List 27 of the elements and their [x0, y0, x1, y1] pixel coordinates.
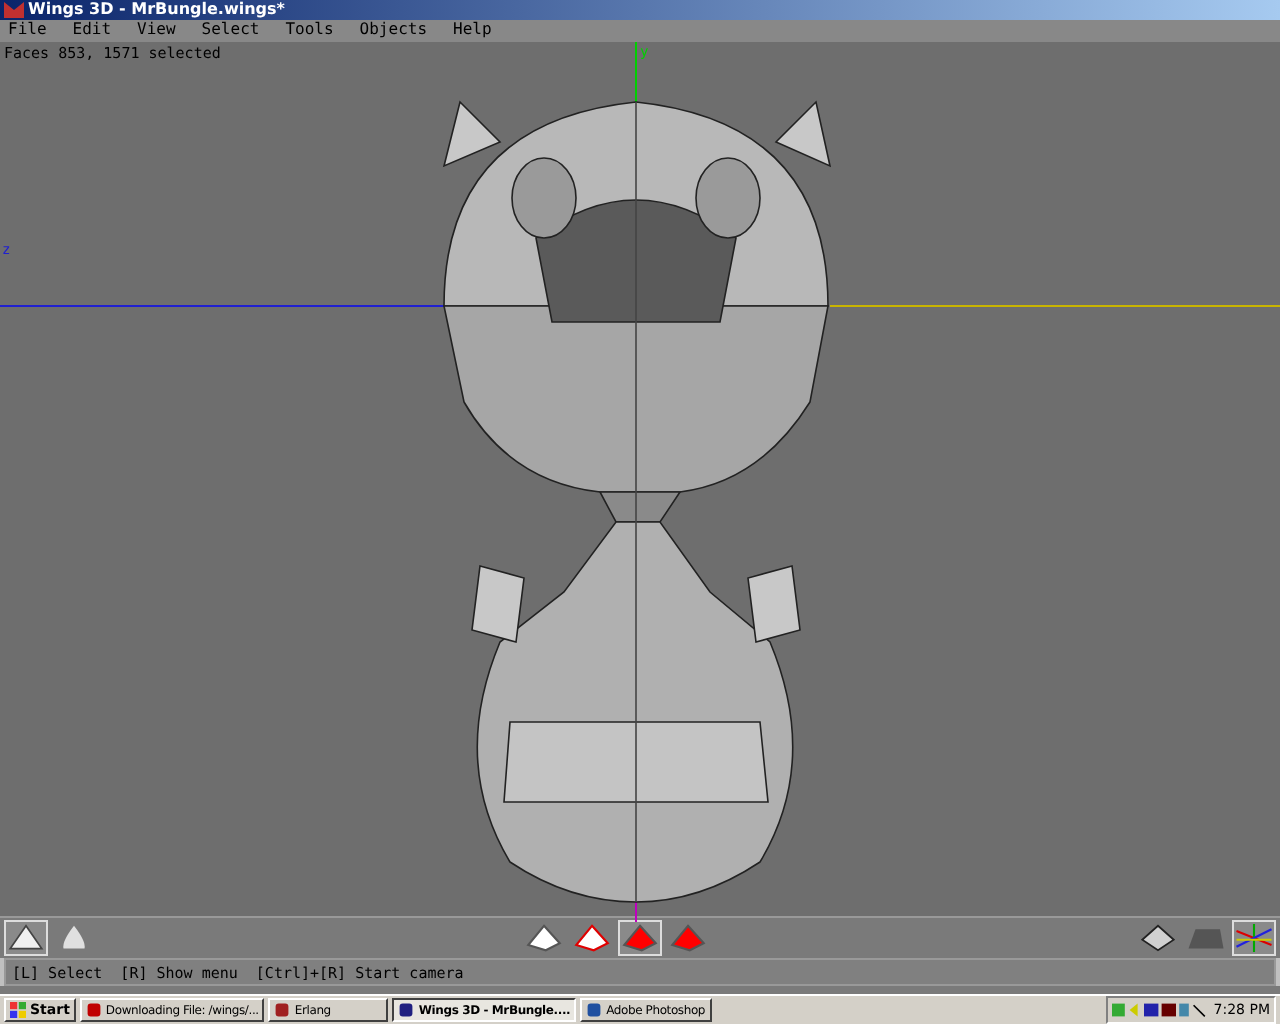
menu-item[interactable]: File [8, 20, 47, 41]
menu-item[interactable]: Edit [72, 20, 112, 41]
selection-mode-button[interactable] [522, 920, 566, 957]
pyramid-icon [8, 924, 44, 953]
tray-icons [1111, 1002, 1208, 1018]
app-icon [274, 1002, 291, 1018]
app-icon [586, 1002, 603, 1018]
pyramid-icon [526, 924, 562, 953]
window-title: Wings 3D - MrBungle.wings* [28, 0, 285, 20]
menu-item[interactable]: Objects [359, 20, 428, 41]
view-mode-button[interactable] [4, 920, 48, 957]
display-toggle-button[interactable] [1232, 920, 1276, 957]
menu-item[interactable]: Help [453, 20, 492, 41]
pyramid-icon [622, 924, 658, 953]
axes-icon [1236, 924, 1272, 953]
menu-item[interactable]: Tools [285, 20, 334, 41]
menu-item[interactable]: Select [201, 20, 260, 41]
pyramid-icon [1140, 924, 1176, 953]
app-icon [398, 1002, 415, 1018]
pyramid-icon [574, 924, 610, 953]
menu-item[interactable]: View [137, 20, 176, 41]
windows-logo-icon [10, 1002, 26, 1018]
pyramid-icon [670, 924, 706, 953]
selection-mode-button[interactable] [570, 920, 614, 957]
selection-mode-button[interactable] [618, 920, 662, 957]
display-toggle-button[interactable] [1136, 920, 1180, 957]
app-icon [85, 1002, 102, 1018]
